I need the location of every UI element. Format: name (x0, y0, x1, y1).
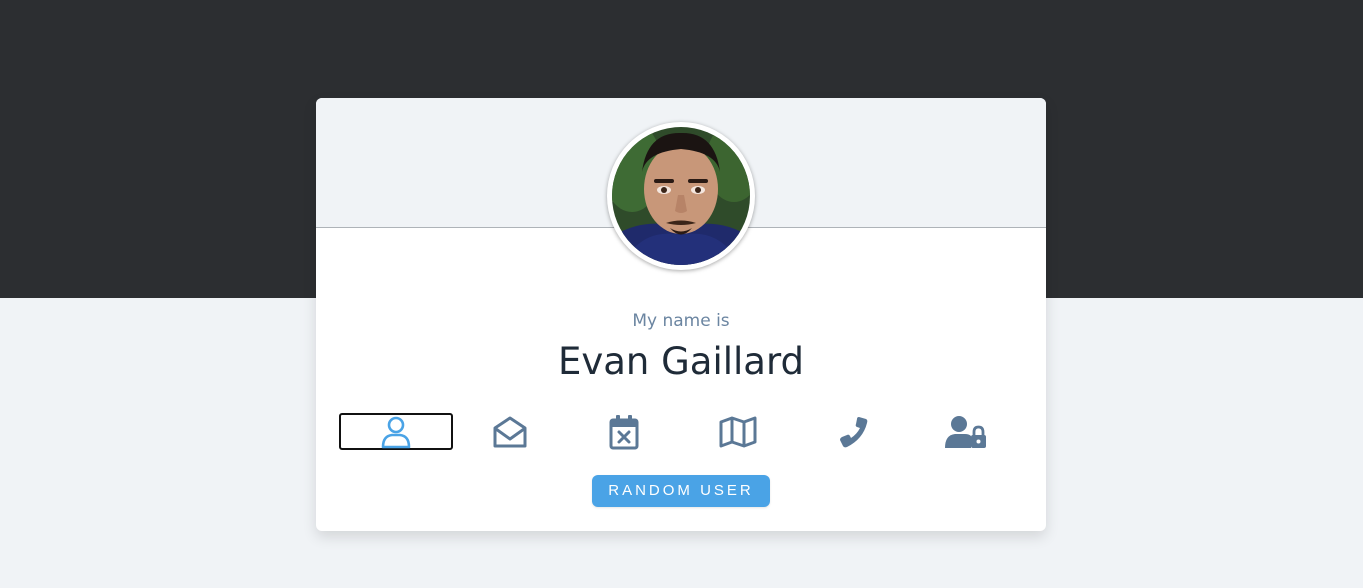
address-tab[interactable] (681, 413, 795, 450)
email-tab[interactable] (453, 413, 567, 450)
user-icon (381, 416, 411, 448)
avatar (607, 122, 755, 270)
name-label: My name is (632, 311, 730, 331)
user-name: Evan Gaillard (557, 340, 805, 383)
birthday-tab[interactable] (567, 413, 681, 450)
avatar-photo (612, 127, 750, 265)
random-user-button[interactable]: RANDOM USER (592, 475, 770, 507)
envelope-icon (493, 416, 527, 447)
password-tab[interactable] (909, 413, 1023, 450)
user-tab[interactable] (339, 413, 453, 450)
map-icon (719, 416, 757, 447)
user-card: My name is Evan Gaillard RANDOM USER (316, 98, 1046, 531)
phone-icon (840, 416, 868, 447)
calendar-icon (609, 414, 639, 449)
phone-tab[interactable] (795, 413, 909, 450)
user-lock-icon (945, 415, 986, 448)
info-icon-row (339, 413, 1023, 451)
